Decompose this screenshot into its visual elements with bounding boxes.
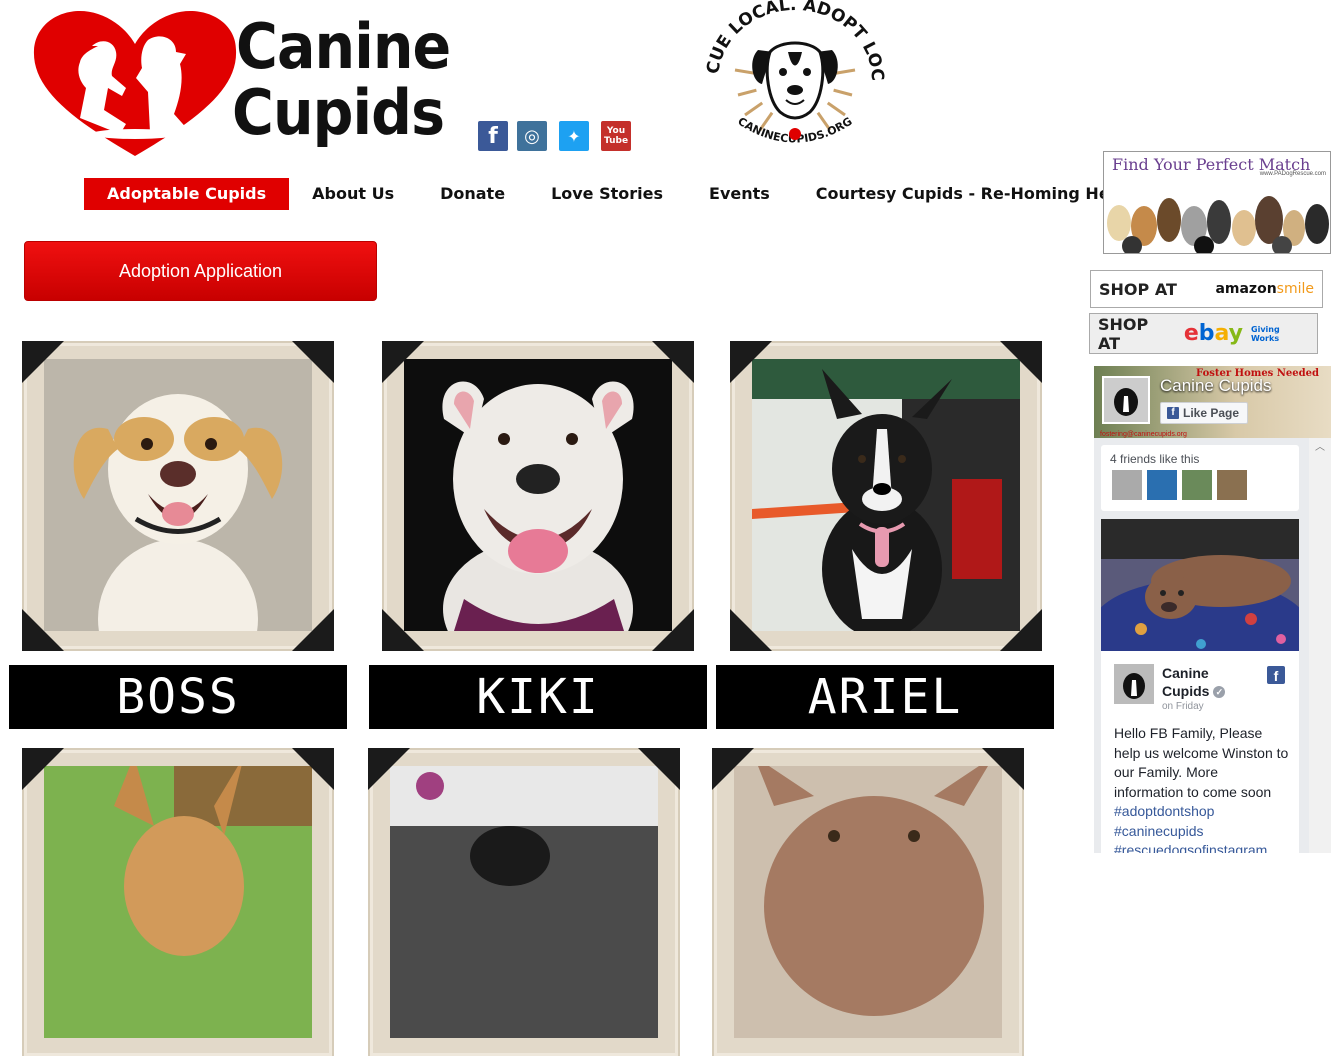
hashtag-link[interactable]: #rescuedogsofinstagram <box>1114 841 1267 853</box>
dog-photo <box>390 766 658 1038</box>
facebook-icon[interactable]: f <box>478 121 508 151</box>
shop-ebay-prefix: SHOP AT <box>1098 314 1149 353</box>
facebook-page-widget: Foster Homes Needed fostering@caninecupi… <box>1094 366 1331 853</box>
shop-ebay-banner[interactable]: SHOP AT ebay Giving Works <box>1089 313 1318 354</box>
fb-page-name[interactable]: Canine Cupids <box>1160 376 1272 396</box>
amazon-logo: amazon <box>1215 281 1277 297</box>
friend-avatar[interactable] <box>1217 470 1247 500</box>
site-logo[interactable]: Canine Cupids <box>30 8 455 158</box>
dog-name-boss[interactable]: BOSS <box>9 665 347 729</box>
ebay-logo: ebay <box>1183 321 1244 346</box>
fb-page-avatar[interactable] <box>1102 376 1150 424</box>
nav-courtesy-cupids[interactable]: Courtesy Cupids - Re-Homing Help <box>793 178 1150 210</box>
dog-card-boss[interactable] <box>22 341 334 651</box>
nav-love-stories[interactable]: Love Stories <box>528 178 686 210</box>
chevron-up-icon[interactable]: ︿ <box>1309 438 1331 453</box>
logo-word-canine: Canine <box>236 10 451 83</box>
rescue-local-badge: RESCUE LOCAL. ADOPT LOCAL. CANINECUPIDS.… <box>700 0 887 146</box>
verified-badge-icon: ✓ <box>1213 686 1226 699</box>
facebook-f-icon: f <box>1167 407 1179 419</box>
dog-card-row2-1[interactable] <box>22 748 334 1056</box>
nav-events[interactable]: Events <box>686 178 793 210</box>
dog-photo <box>734 766 1002 1038</box>
adoption-application-button[interactable]: Adoption Application <box>24 241 377 301</box>
fb-like-page-button[interactable]: f Like Page <box>1160 402 1248 424</box>
friend-avatar[interactable] <box>1147 470 1177 500</box>
youtube-icon[interactable]: You Tube <box>601 121 631 151</box>
dog-card-row2-2[interactable] <box>368 748 680 1056</box>
fb-post: Canine Cupids ✓ on Friday f Hello FB Fam… <box>1101 519 1299 853</box>
fb-cover: Foster Homes Needed fostering@caninecupi… <box>1094 366 1331 438</box>
fb-post-time[interactable]: on Friday <box>1162 701 1204 712</box>
dog-photo <box>44 766 312 1038</box>
fb-friends-card: 4 friends like this <box>1101 445 1299 511</box>
dog-photo <box>404 359 672 631</box>
dog-card-row2-3[interactable] <box>712 748 1024 1056</box>
shop-amazon-smile-banner[interactable]: SHOP AT amazon smile <box>1090 270 1323 308</box>
dog-card-ariel[interactable] <box>730 341 1042 651</box>
giving-works-text: Giving Works <box>1251 324 1280 343</box>
facebook-icon[interactable]: f <box>1267 666 1285 684</box>
friend-avatar[interactable] <box>1182 470 1212 500</box>
fb-post-tags: #adoptdontshop #caninecupids #rescuedogs… <box>1114 802 1267 853</box>
nav-about-us[interactable]: About Us <box>289 178 417 210</box>
friend-avatar[interactable] <box>1112 470 1142 500</box>
fb-post-text: Hello FB Family, Please help us welcome … <box>1114 725 1289 800</box>
fb-scrollbar[interactable]: ︿ <box>1309 438 1331 853</box>
find-match-url: www.PADogRescue.com <box>1259 171 1326 177</box>
find-your-perfect-match-banner[interactable]: Find Your Perfect Match www.PADogRescue.… <box>1103 151 1331 254</box>
dog-name-ariel[interactable]: ARIEL <box>716 665 1054 729</box>
fb-like-label: Like Page <box>1183 406 1240 420</box>
dog-photo <box>44 359 312 631</box>
dog-card-kiki[interactable] <box>382 341 694 651</box>
fb-cover-email: fostering@caninecupids.org <box>1100 431 1187 438</box>
hashtag-link[interactable]: #adoptdontshop <box>1114 802 1267 822</box>
dog-name-kiki[interactable]: KIKI <box>369 665 707 729</box>
dog-photo <box>752 359 1020 631</box>
fb-post-author-avatar[interactable] <box>1114 664 1154 704</box>
amazon-smile-text: smile <box>1276 281 1314 297</box>
main-nav: Adoptable Cupids About Us Donate Love St… <box>84 178 1150 210</box>
fb-post-author[interactable]: Canine Cupids ✓ <box>1162 664 1226 700</box>
instagram-icon[interactable]: ◎ <box>517 121 547 151</box>
nav-adoptable-cupids[interactable]: Adoptable Cupids <box>84 178 290 210</box>
hashtag-link[interactable]: #caninecupids <box>1114 822 1267 842</box>
fb-friends-text: 4 friends like this <box>1110 452 1200 466</box>
heart-logo-icon <box>33 11 237 156</box>
nav-donate[interactable]: Donate <box>417 178 528 210</box>
fb-post-image[interactable] <box>1101 519 1299 651</box>
logo-word-cupids: Cupids <box>232 76 445 149</box>
twitter-icon[interactable]: ✦ <box>559 121 589 151</box>
shop-amazon-prefix: SHOP AT <box>1099 279 1177 299</box>
dogs-group-illustration <box>1107 196 1329 253</box>
